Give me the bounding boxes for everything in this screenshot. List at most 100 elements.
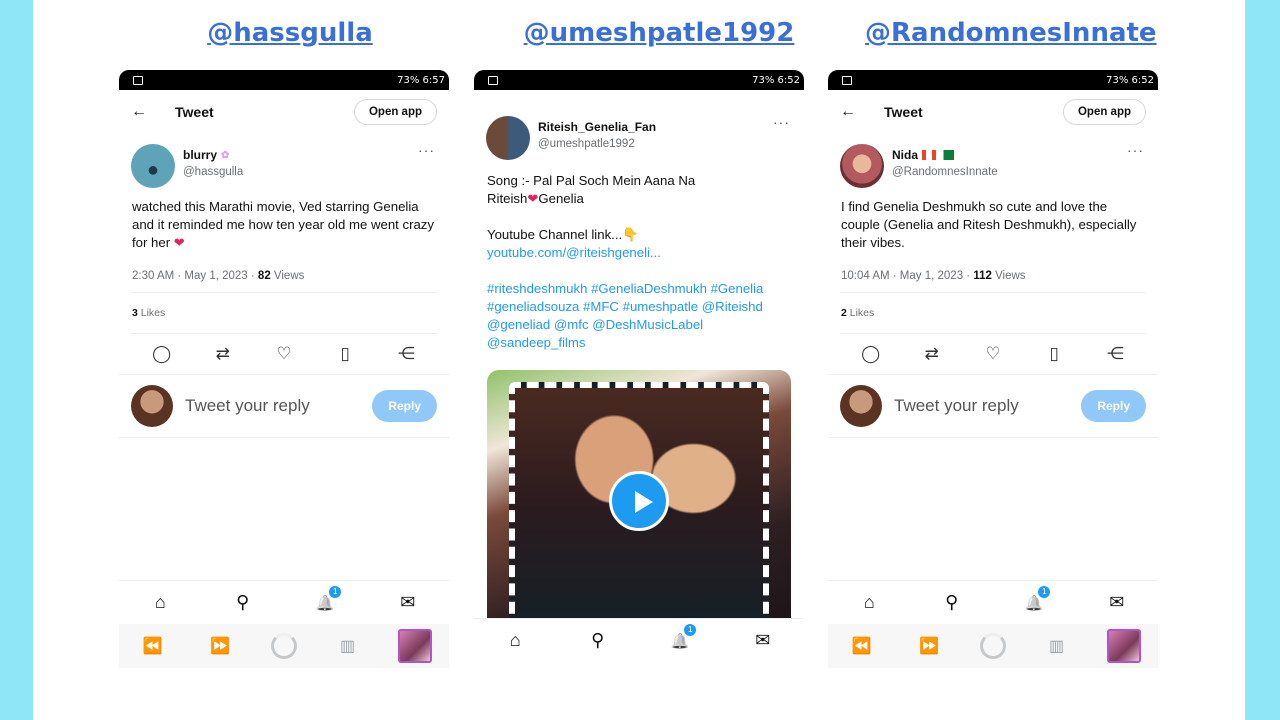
bottom-nav: ⌂ ⚲ 🔔 1 ✉ bbox=[828, 580, 1158, 624]
like-icon[interactable]: ♡ bbox=[981, 344, 1005, 364]
play-icon[interactable] bbox=[609, 471, 669, 531]
author-handle[interactable]: @umeshpatle1992 bbox=[538, 138, 656, 150]
heart-emoji-icon: ❤ bbox=[173, 235, 185, 250]
search-icon[interactable]: ⚲ bbox=[231, 592, 255, 613]
apps-icon[interactable]: ▥ bbox=[1040, 636, 1074, 656]
mail-icon[interactable]: ✉ bbox=[1105, 592, 1129, 613]
home-icon[interactable]: ⌂ bbox=[503, 630, 527, 651]
bookmark-icon[interactable]: ▯ bbox=[1042, 344, 1066, 364]
app-thumbnail[interactable] bbox=[398, 629, 433, 663]
views-label: Views bbox=[991, 270, 1026, 282]
heart-emoji-icon: ❤ bbox=[527, 191, 539, 206]
rewind-icon[interactable]: ⏪ bbox=[136, 636, 170, 656]
app-thumbnail[interactable] bbox=[1107, 629, 1142, 663]
flower-icon: ✿ bbox=[221, 149, 230, 161]
open-app-button[interactable]: Open app bbox=[1062, 99, 1146, 125]
views-label: Views bbox=[270, 270, 305, 282]
top-bar: ← Tweet Open app bbox=[828, 90, 1158, 134]
search-icon[interactable]: ⚲ bbox=[940, 592, 964, 613]
tweet-author: blurry ✿ @hassgulla ··· bbox=[119, 134, 449, 188]
bookmark-icon[interactable]: ▯ bbox=[333, 344, 357, 364]
author-name[interactable]: Riteish_Genelia_Fan bbox=[538, 120, 656, 134]
status-time: 73% 6:52 bbox=[1106, 74, 1154, 86]
phone-panel-2: 73% 6:52 Riteish_Genelia_Fan @umeshpatle… bbox=[474, 70, 804, 670]
apps-icon[interactable]: ▥ bbox=[331, 636, 365, 656]
views-count: 112 bbox=[973, 270, 992, 282]
author-name[interactable]: blurry bbox=[183, 148, 217, 162]
tweet-text: watched this Marathi movie, Ved starring… bbox=[119, 188, 449, 252]
tweet-timestamp[interactable]: 2:30 AM · May 1, 2023 · bbox=[132, 270, 258, 282]
gallery-icon bbox=[488, 75, 498, 85]
retweet-icon[interactable]: ⇄ bbox=[920, 344, 944, 364]
tweet-text: I find Genelia Deshmukh so cute and love… bbox=[841, 199, 1137, 250]
reply-composer: Tweet your reply Reply bbox=[828, 375, 1158, 438]
bottom-nav: ⌂ ⚲ 🔔 1 ✉ bbox=[119, 580, 449, 624]
forward-icon[interactable]: ⏩ bbox=[912, 636, 946, 656]
channel-label: Youtube Channel link... bbox=[487, 227, 623, 242]
status-bar: 73% 6:57 bbox=[119, 70, 449, 90]
avatar[interactable] bbox=[131, 144, 175, 188]
video-thumbnail[interactable] bbox=[487, 370, 791, 632]
reply-input[interactable]: Tweet your reply bbox=[185, 396, 372, 416]
more-options-icon[interactable]: ··· bbox=[1127, 142, 1144, 158]
share-icon[interactable]: ⋲ bbox=[1103, 344, 1127, 364]
like-icon[interactable]: ♡ bbox=[272, 344, 296, 364]
notification-badge: 1 bbox=[684, 624, 697, 636]
more-options-icon[interactable]: ··· bbox=[773, 114, 790, 130]
tweet-author: Riteish_Genelia_Fan @umeshpatle1992 ··· bbox=[474, 90, 804, 160]
forward-icon[interactable]: ⏩ bbox=[203, 636, 237, 656]
likes-row[interactable]: 3 Likes bbox=[131, 293, 437, 334]
page-title: Tweet bbox=[884, 104, 923, 120]
notifications-icon[interactable]: 🔔 1 bbox=[313, 586, 342, 613]
avatar[interactable] bbox=[840, 144, 884, 188]
tweet-author: Nida @RandomnesInnate ··· bbox=[828, 134, 1158, 188]
back-arrow-icon[interactable]: ← bbox=[840, 103, 870, 121]
status-time: 73% 6:57 bbox=[397, 74, 445, 86]
reply-button[interactable]: Reply bbox=[1081, 390, 1146, 422]
reply-icon[interactable]: ◯ bbox=[859, 344, 883, 364]
pakistan-flag-icon bbox=[940, 150, 955, 160]
open-app-button[interactable]: Open app bbox=[353, 99, 437, 125]
likes-label: Likes bbox=[846, 307, 875, 319]
status-bar: 73% 6:52 bbox=[828, 70, 1158, 90]
status-time: 73% 6:52 bbox=[752, 74, 800, 86]
likes-row[interactable]: 2 Likes bbox=[840, 293, 1146, 334]
reply-icon[interactable]: ◯ bbox=[150, 344, 174, 364]
top-bar: ← Tweet Open app bbox=[119, 90, 449, 134]
author-handle[interactable]: @RandomnesInnate bbox=[892, 166, 998, 178]
notification-badge: 1 bbox=[329, 586, 342, 598]
hashtags-mentions[interactable]: #riteshdeshmukh #GeneliaDeshmukh #Geneli… bbox=[487, 280, 791, 352]
home-icon[interactable]: ⌂ bbox=[857, 592, 881, 613]
channel-link[interactable]: youtube.com/@riteishgeneli... bbox=[487, 244, 791, 262]
author-handle[interactable]: @hassgulla bbox=[183, 166, 243, 178]
phone-panel-3: 73% 6:52 ← Tweet Open app Nida @Randomne… bbox=[828, 70, 1158, 670]
mail-icon[interactable]: ✉ bbox=[751, 630, 775, 651]
channel-line: Youtube Channel link...👇 bbox=[487, 226, 791, 244]
retweet-icon[interactable]: ⇄ bbox=[211, 344, 235, 364]
panel-3-handle-caption: @RandomnesInnate bbox=[865, 18, 1157, 48]
reply-composer: Tweet your reply Reply bbox=[119, 375, 449, 438]
canada-flag-icon bbox=[922, 150, 937, 160]
notifications-icon[interactable]: 🔔 1 bbox=[1022, 586, 1051, 613]
artist-riteish: Riteish bbox=[487, 191, 528, 206]
search-icon[interactable]: ⚲ bbox=[586, 630, 610, 651]
avatar[interactable] bbox=[486, 116, 530, 160]
home-icon[interactable]: ⌂ bbox=[148, 592, 172, 613]
page-title: Tweet bbox=[175, 104, 214, 120]
reply-button[interactable]: Reply bbox=[372, 390, 437, 422]
author-name[interactable]: Nida bbox=[892, 148, 918, 162]
notifications-icon[interactable]: 🔔 1 bbox=[668, 624, 697, 651]
share-icon[interactable]: ⋲ bbox=[394, 344, 418, 364]
android-nav-bar: ⏪ ⏩ ▥ bbox=[119, 624, 449, 668]
point-down-emoji-icon: 👇 bbox=[622, 227, 639, 242]
rewind-icon[interactable]: ⏪ bbox=[845, 636, 879, 656]
back-arrow-icon[interactable]: ← bbox=[131, 103, 161, 121]
mail-icon[interactable]: ✉ bbox=[396, 592, 420, 613]
panel-2-handle-caption: @umeshpatle1992 bbox=[523, 18, 795, 48]
loading-spinner-icon bbox=[979, 633, 1006, 659]
reply-input[interactable]: Tweet your reply bbox=[894, 396, 1081, 416]
android-nav-bar: ⏪ ⏩ ▥ bbox=[828, 624, 1158, 668]
tweet-timestamp[interactable]: 10:04 AM · May 1, 2023 · bbox=[841, 270, 973, 282]
artists-line: Riteish❤Genelia bbox=[487, 190, 791, 208]
more-options-icon[interactable]: ··· bbox=[418, 142, 435, 158]
